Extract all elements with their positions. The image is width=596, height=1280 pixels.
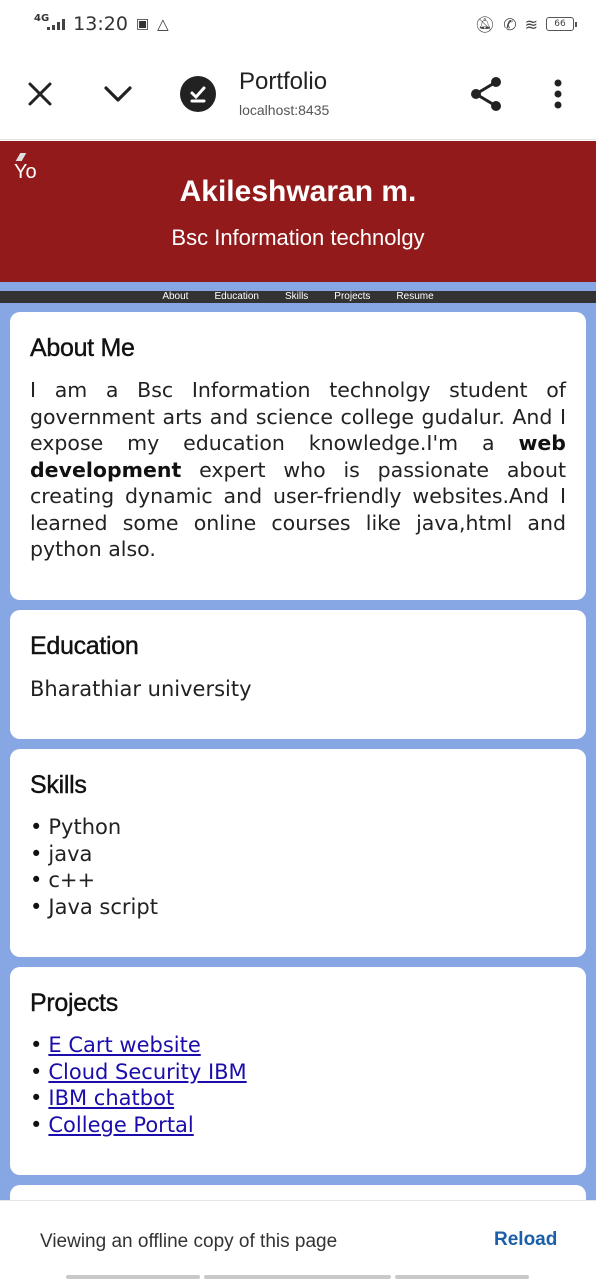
gesture-bar-left: [66, 1275, 200, 1279]
signal-icon: [47, 18, 66, 30]
page-url: localhost:8435: [239, 102, 330, 118]
battery-icon: 66: [546, 17, 577, 31]
education-text: Bharathiar university: [30, 677, 252, 701]
site-name: Akileshwaran m.: [179, 175, 417, 208]
media-icon: ▣: [135, 16, 150, 32]
verified-check-icon[interactable]: [180, 76, 216, 112]
nav-about[interactable]: About: [162, 291, 188, 303]
skill-item: c++: [30, 867, 566, 894]
skills-card: Skills Python java c++ Java script: [10, 749, 586, 957]
projects-heading: Projects: [30, 989, 119, 1017]
project-link[interactable]: College Portal: [48, 1113, 193, 1137]
about-card: About Me I am a Bsc Information technolg…: [10, 312, 586, 600]
status-bar: 4G 13:20 ▣ △ 🔕︎ ✆ ≋ 66: [0, 0, 596, 48]
wifi-icon: ≋: [524, 14, 538, 34]
about-text: I am a Bsc Information technolgy student…: [30, 377, 566, 563]
nav-skills[interactable]: Skills: [285, 291, 308, 303]
page-title: Portfolio: [239, 68, 328, 95]
network-type: 4G: [34, 12, 50, 24]
nav-education[interactable]: Education: [214, 291, 258, 303]
chevron-down-icon[interactable]: [98, 74, 138, 114]
skill-item: Java script: [30, 894, 566, 921]
site-header: Yo Akileshwaran m. Bsc Information techn…: [0, 141, 596, 282]
skills-heading: Skills: [30, 771, 87, 799]
share-icon[interactable]: [464, 72, 508, 116]
projects-card: Projects E Cart website Cloud Security I…: [10, 967, 586, 1175]
status-left: 4G 13:20 ▣ △: [34, 12, 169, 36]
close-icon[interactable]: [20, 74, 60, 114]
clock: 13:20: [73, 13, 128, 35]
cards: About Me I am a Bsc Information technolg…: [0, 303, 596, 1200]
browser-toolbar: Portfolio localhost:8435: [0, 48, 596, 140]
gesture-bar-right: [395, 1275, 529, 1279]
site-nav: About Education Skills Projects Resume: [0, 291, 596, 303]
education-card: Education Bharathiar university: [10, 610, 586, 739]
status-right: 🔕︎ ✆ ≋ 66: [474, 14, 577, 34]
corner-text: Yo: [14, 161, 37, 183]
projects-list: E Cart website Cloud Security IBM IBM ch…: [30, 1032, 566, 1138]
offline-message: Viewing an offline copy of this page: [40, 1231, 338, 1252]
site-subtitle: Bsc Information technolgy: [171, 225, 425, 250]
next-card-partial: [10, 1185, 586, 1200]
gesture-bar-middle: [204, 1275, 391, 1279]
skill-item: java: [30, 841, 566, 868]
call-icon: ✆: [503, 14, 517, 34]
project-link[interactable]: E Cart website: [48, 1033, 200, 1057]
project-link[interactable]: IBM chatbot: [48, 1086, 174, 1110]
nav-projects[interactable]: Projects: [334, 291, 370, 303]
more-vert-icon[interactable]: [542, 72, 574, 116]
offline-bar: Viewing an offline copy of this page Rel…: [0, 1200, 596, 1280]
nav-resume[interactable]: Resume: [396, 291, 433, 303]
project-item: E Cart website: [30, 1032, 566, 1059]
mute-icon: 🔕︎: [474, 14, 496, 34]
about-text-start: I am a Bsc Information technolgy student…: [30, 378, 566, 455]
drive-icon: △: [157, 15, 169, 33]
education-heading: Education: [30, 632, 139, 660]
project-link[interactable]: Cloud Security IBM: [48, 1060, 246, 1084]
about-heading: About Me: [30, 334, 135, 362]
project-item: College Portal: [30, 1112, 566, 1139]
skills-list: Python java c++ Java script: [30, 814, 566, 920]
skill-item: Python: [30, 814, 566, 841]
project-item: IBM chatbot: [30, 1085, 566, 1112]
project-item: Cloud Security IBM: [30, 1059, 566, 1086]
reload-button[interactable]: Reload: [494, 1229, 557, 1251]
web-content: Yo Akileshwaran m. Bsc Information techn…: [0, 141, 596, 1200]
